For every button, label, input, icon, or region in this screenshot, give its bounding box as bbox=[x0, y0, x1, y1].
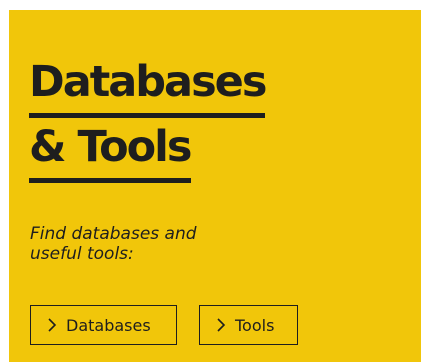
tools-button[interactable]: Tools bbox=[199, 305, 298, 345]
databases-button-label: Databases bbox=[66, 315, 151, 335]
chevron-right-icon bbox=[47, 318, 57, 332]
tagline: Find databases and useful tools: bbox=[30, 224, 250, 264]
databases-button[interactable]: Databases bbox=[30, 305, 177, 345]
tagline-line-1: Find databases and bbox=[30, 224, 197, 244]
chevron-right-icon bbox=[216, 318, 226, 332]
title-line-databases: Databases bbox=[29, 54, 267, 118]
tools-button-label: Tools bbox=[235, 315, 275, 335]
title-line-tools: & Tools bbox=[29, 119, 193, 183]
page-title: Databases & Tools bbox=[29, 54, 267, 184]
tagline-line-2: useful tools: bbox=[30, 244, 134, 264]
